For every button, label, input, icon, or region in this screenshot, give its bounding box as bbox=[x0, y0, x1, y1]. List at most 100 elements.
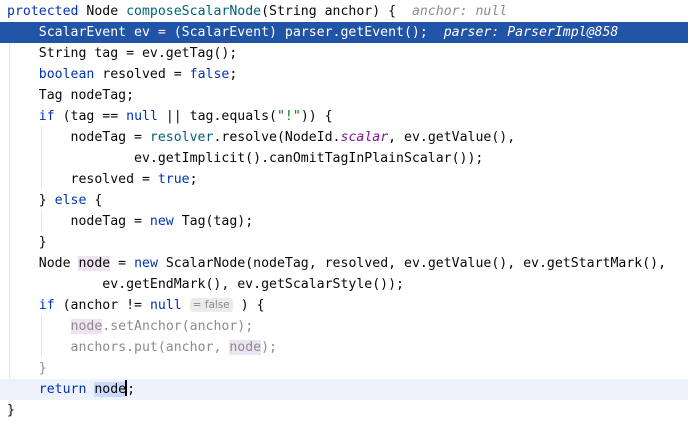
code-text: } else { bbox=[7, 190, 103, 211]
code-line[interactable]: ScalarEvent ev = (ScalarEvent) parser.ge… bbox=[0, 22, 688, 43]
code-text: if (anchor != null = false ) { bbox=[7, 295, 265, 316]
code-token: ; bbox=[127, 382, 136, 397]
code-token: (anchor != bbox=[54, 298, 150, 313]
code-line[interactable]: Node node = new ScalarNode(nodeTag, reso… bbox=[0, 253, 688, 274]
code-line[interactable]: } bbox=[0, 358, 688, 379]
code-text: ev.getImplicit().canOmitTagInPlainScalar… bbox=[7, 148, 483, 169]
code-text: } bbox=[7, 358, 47, 379]
code-token: null bbox=[126, 109, 158, 124]
code-token: .resolve(NodeId. bbox=[213, 130, 341, 145]
code-line[interactable]: protected Node composeScalarNode(String … bbox=[0, 1, 688, 22]
code-token: ev.getImplicit().canOmitTagInPlainScalar… bbox=[7, 151, 484, 166]
code-line[interactable]: boolean resolved = false; bbox=[0, 64, 688, 85]
code-token: true bbox=[157, 172, 190, 187]
code-token: (String anchor) { bbox=[261, 4, 412, 19]
code-line[interactable]: if (anchor != null = false ) { bbox=[0, 295, 688, 316]
code-token: null bbox=[149, 298, 182, 313]
code-line[interactable]: ev.getImplicit().canOmitTagInPlainScalar… bbox=[0, 148, 688, 169]
code-token: , ev.getValue(), bbox=[388, 130, 516, 145]
code-token: if bbox=[38, 109, 55, 124]
inline-value-hint: = false bbox=[189, 298, 233, 312]
code-text: nodeTag = resolver.resolve(NodeId.scalar… bbox=[7, 127, 516, 148]
code-token: new bbox=[134, 256, 158, 271]
code-token: nodeTag = bbox=[7, 130, 150, 145]
code-token: )) { bbox=[300, 109, 333, 124]
code-line[interactable]: } bbox=[0, 232, 688, 253]
code-token: resolved = bbox=[7, 172, 158, 187]
code-text: } bbox=[7, 400, 15, 421]
code-token: = bbox=[110, 256, 135, 271]
code-line[interactable]: node.setAnchor(anchor); bbox=[0, 316, 688, 337]
code-token: if bbox=[38, 298, 55, 313]
code-text: resolved = true; bbox=[7, 169, 198, 190]
code-token: nodeTag = bbox=[7, 214, 150, 229]
code-text: Node node = new ScalarNode(nodeTag, reso… bbox=[7, 253, 666, 274]
code-token: } bbox=[7, 361, 47, 376]
code-token: protected bbox=[7, 4, 79, 19]
code-token: return bbox=[38, 382, 87, 397]
code-text: nodeTag = new Tag(tag); bbox=[7, 211, 254, 232]
code-text: ev.getEndMark(), ev.getScalarStyle()); bbox=[7, 274, 404, 295]
code-token: } bbox=[7, 403, 15, 418]
code-line[interactable]: Tag nodeTag; bbox=[0, 85, 688, 106]
code-token: ; bbox=[229, 67, 238, 82]
code-token: { bbox=[86, 193, 103, 208]
code-editor[interactable]: protected Node composeScalarNode(String … bbox=[0, 0, 688, 435]
code-text: boolean resolved = false; bbox=[7, 64, 238, 85]
code-token: ScalarNode(nodeTag, resolved, ev.getValu… bbox=[157, 256, 667, 271]
code-text: anchors.put(anchor, node); bbox=[7, 337, 277, 358]
code-token: String tag = ev.getTag(); bbox=[7, 46, 238, 61]
code-line[interactable]: } else { bbox=[0, 190, 688, 211]
code-token: (tag == bbox=[54, 109, 127, 124]
code-token: ); bbox=[261, 340, 277, 355]
code-token: Node bbox=[7, 256, 79, 271]
code-line[interactable]: ev.getEndMark(), ev.getScalarStyle()); bbox=[0, 274, 688, 295]
code-token: ; bbox=[189, 172, 198, 187]
code-token: Tag(tag); bbox=[173, 214, 254, 229]
code-token: else bbox=[54, 193, 87, 208]
debugger-inline-value: anchor: null bbox=[411, 4, 508, 19]
code-line[interactable]: nodeTag = new Tag(tag); bbox=[0, 211, 688, 232]
code-token: } bbox=[7, 193, 55, 208]
code-token: || tag.equals( bbox=[157, 109, 277, 124]
code-token: anchors.put(anchor, bbox=[70, 340, 230, 355]
code-line[interactable]: resolved = true; bbox=[0, 169, 688, 190]
code-token: Node bbox=[78, 4, 127, 19]
code-token: boolean bbox=[38, 67, 95, 82]
code-text: return node; bbox=[7, 379, 135, 400]
debugger-inline-value: parser: ParserImpl@858 bbox=[443, 25, 619, 40]
code-token: composeScalarNode bbox=[126, 4, 262, 19]
code-token: node bbox=[70, 319, 103, 334]
code-line[interactable]: nodeTag = resolver.resolve(NodeId.scalar… bbox=[0, 127, 688, 148]
code-token: .setAnchor(anchor); bbox=[102, 319, 254, 334]
code-token: resolved = bbox=[94, 67, 190, 82]
code-line[interactable]: return node; bbox=[0, 379, 688, 400]
code-token: node bbox=[229, 340, 262, 355]
code-token: "!" bbox=[276, 109, 301, 124]
code-token: resolver bbox=[149, 130, 214, 145]
code-token: Tag nodeTag; bbox=[7, 88, 135, 103]
code-text: } bbox=[7, 232, 47, 253]
code-text: node.setAnchor(anchor); bbox=[7, 316, 253, 337]
code-token: ev.getEndMark(), ev.getScalarStyle()); bbox=[7, 277, 404, 292]
code-token: false bbox=[189, 67, 230, 82]
code-line[interactable]: if (tag == null || tag.equals("!")) { bbox=[0, 106, 688, 127]
code-text: ScalarEvent ev = (ScalarEvent) parser.ge… bbox=[7, 22, 619, 43]
code-text: String tag = ev.getTag(); bbox=[7, 43, 238, 64]
code-token: node bbox=[78, 256, 111, 271]
code-text: protected Node composeScalarNode(String … bbox=[7, 1, 507, 22]
code-line[interactable]: String tag = ev.getTag(); bbox=[0, 43, 688, 64]
code-token: node bbox=[94, 382, 127, 397]
code-line[interactable]: anchors.put(anchor, node); bbox=[0, 337, 688, 358]
code-token: new bbox=[149, 214, 174, 229]
code-token: ScalarEvent ev = (ScalarEvent) parser.ge… bbox=[7, 25, 444, 40]
code-token: ) { bbox=[232, 298, 265, 313]
code-line[interactable]: } bbox=[0, 400, 688, 421]
